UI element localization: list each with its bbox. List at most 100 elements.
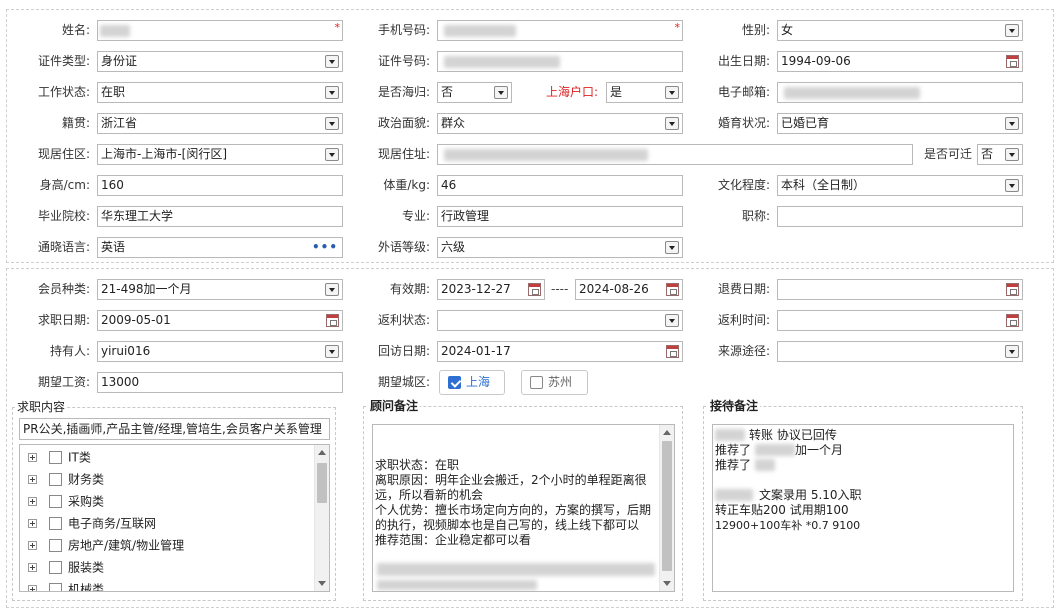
chevron-down-icon[interactable] <box>665 117 679 130</box>
job-category-tree[interactable]: IT类 财务类 采购类 电子商务/互联网 房地产/建筑/物业管理 服装类 机械类 <box>19 444 330 592</box>
calendar-icon[interactable] <box>666 283 679 296</box>
tree-item[interactable]: 财务类 <box>28 469 104 489</box>
checkbox-icon[interactable] <box>49 561 62 574</box>
expand-icon[interactable] <box>28 563 37 572</box>
shanghai-hukou-select[interactable]: 是 <box>606 82 683 103</box>
more-icon[interactable]: ••• <box>312 241 338 253</box>
checkbox-icon[interactable] <box>49 473 62 486</box>
chevron-down-icon[interactable] <box>325 55 339 68</box>
school-input[interactable]: 华东理工大学 <box>97 206 343 227</box>
chevron-down-icon[interactable] <box>494 86 508 99</box>
calendar-icon[interactable] <box>1006 283 1019 296</box>
political-select[interactable]: 群众 <box>437 113 683 134</box>
expand-icon[interactable] <box>28 475 37 484</box>
scroll-thumb[interactable] <box>317 463 327 503</box>
city-option-suzhou[interactable]: 苏州 <box>521 370 588 395</box>
checkbox-icon[interactable] <box>49 495 62 508</box>
marital-select[interactable]: 已婚已育 <box>777 113 1023 134</box>
tree-item[interactable]: 机械类 <box>28 579 104 591</box>
calendar-icon[interactable] <box>528 283 541 296</box>
chevron-down-icon[interactable] <box>325 345 339 358</box>
returnee-select[interactable]: 否 <box>437 82 512 103</box>
email-input[interactable] <box>777 82 1023 103</box>
calendar-icon[interactable] <box>1006 55 1019 68</box>
height-label: 身高/cm: <box>39 178 90 192</box>
checkbox-icon[interactable] <box>49 451 62 464</box>
calendar-icon[interactable] <box>326 314 339 327</box>
education-select[interactable]: 本科（全日制） <box>777 175 1023 196</box>
scroll-thumb[interactable] <box>662 441 672 571</box>
scroll-up-icon[interactable] <box>663 430 671 435</box>
expand-icon[interactable] <box>28 497 37 506</box>
tree-item[interactable]: 房地产/建筑/物业管理 <box>28 535 184 555</box>
tree-scrollbar[interactable] <box>314 445 329 591</box>
checkbox-icon[interactable] <box>49 539 62 552</box>
height-input[interactable]: 160 <box>97 175 343 196</box>
checkbox-checked-icon[interactable] <box>448 376 461 389</box>
language-input[interactable]: 英语 ••• <box>97 237 343 258</box>
scroll-up-icon[interactable] <box>318 450 326 455</box>
chevron-down-icon[interactable] <box>665 86 679 99</box>
validity-start-input[interactable]: 2023-12-27 <box>437 279 545 300</box>
rebate-status-select[interactable] <box>437 310 683 331</box>
validity-end-input[interactable]: 2024-08-26 <box>575 279 683 300</box>
job-content-selected-input[interactable]: PR公关,插画师,产品主管/经理,管培生,会员客户关系管理 <box>19 418 330 440</box>
residence-area-select[interactable]: 上海市-上海市-[闵行区] <box>97 144 343 165</box>
checkbox-icon[interactable] <box>530 376 543 389</box>
work-status-select[interactable]: 在职 <box>97 82 343 103</box>
calendar-icon[interactable] <box>1006 314 1019 327</box>
phone-input[interactable]: * <box>437 20 683 41</box>
checkbox-icon[interactable] <box>49 517 62 530</box>
source-select[interactable] <box>777 341 1023 362</box>
relocate-select[interactable]: 否 <box>977 144 1023 165</box>
tree-item[interactable]: 服装类 <box>28 557 104 577</box>
holder-select[interactable]: yirui016 <box>97 341 343 362</box>
tree-item[interactable]: 电子商务/互联网 <box>28 513 156 533</box>
member-type-select[interactable]: 21-498加一个月 <box>97 279 343 300</box>
chevron-down-icon[interactable] <box>1005 345 1019 358</box>
chevron-down-icon[interactable] <box>325 86 339 99</box>
name-input[interactable]: * <box>97 20 343 41</box>
chevron-down-icon[interactable] <box>1005 148 1019 161</box>
reception-notes-textarea[interactable]: 转账 协议已回传 推荐了 加一个月 推荐了 文案录用 5.10入职 转正车贴200… <box>712 424 1014 592</box>
advisor-notes-textarea[interactable]: 求职状态：在职 离职原因：明年企业会搬迁，2个小时的单程距离很 远，所以看新的机… <box>372 424 675 592</box>
tree-item[interactable]: IT类 <box>28 447 91 467</box>
gender-select[interactable]: 女 <box>777 20 1023 41</box>
checkbox-icon[interactable] <box>49 583 62 591</box>
chevron-down-icon[interactable] <box>325 148 339 161</box>
major-input[interactable]: 行政管理 <box>437 206 683 227</box>
scroll-down-icon[interactable] <box>663 581 671 586</box>
visit-date-input[interactable]: 2024-01-17 <box>437 341 683 362</box>
refund-date-input[interactable] <box>777 279 1023 300</box>
id-number-input[interactable] <box>437 51 683 72</box>
reception-note-line: 转账 协议已回传 <box>749 428 837 442</box>
advisor-note-line: 求职状态：在职 <box>375 458 460 472</box>
foreign-level-select[interactable]: 六级 <box>437 237 683 258</box>
rebate-time-input[interactable] <box>777 310 1023 331</box>
expand-icon[interactable] <box>28 541 37 550</box>
chevron-down-icon[interactable] <box>325 283 339 296</box>
salary-input[interactable]: 13000 <box>97 372 343 393</box>
weight-input[interactable]: 46 <box>437 175 683 196</box>
title-input[interactable] <box>777 206 1023 227</box>
city-option-shanghai[interactable]: 上海 <box>439 370 505 395</box>
advisor-note-line: 远，所以看新的机会 <box>375 488 484 502</box>
scroll-down-icon[interactable] <box>318 581 326 586</box>
expand-icon[interactable] <box>28 453 37 462</box>
chevron-down-icon[interactable] <box>665 314 679 327</box>
chevron-down-icon[interactable] <box>1005 24 1019 37</box>
job-date-input[interactable]: 2009-05-01 <box>97 310 343 331</box>
chevron-down-icon[interactable] <box>1005 117 1019 130</box>
id-type-select[interactable]: 身份证 <box>97 51 343 72</box>
chevron-down-icon[interactable] <box>1005 179 1019 192</box>
chevron-down-icon[interactable] <box>665 241 679 254</box>
expand-icon[interactable] <box>28 585 37 591</box>
address-input[interactable] <box>437 144 913 165</box>
advisor-notes-scrollbar[interactable] <box>659 425 674 591</box>
calendar-icon[interactable] <box>666 345 679 358</box>
birth-date-input[interactable]: 1994-09-06 <box>777 51 1023 72</box>
chevron-down-icon[interactable] <box>325 117 339 130</box>
native-place-select[interactable]: 浙江省 <box>97 113 343 134</box>
tree-item[interactable]: 采购类 <box>28 491 104 511</box>
expand-icon[interactable] <box>28 519 37 528</box>
